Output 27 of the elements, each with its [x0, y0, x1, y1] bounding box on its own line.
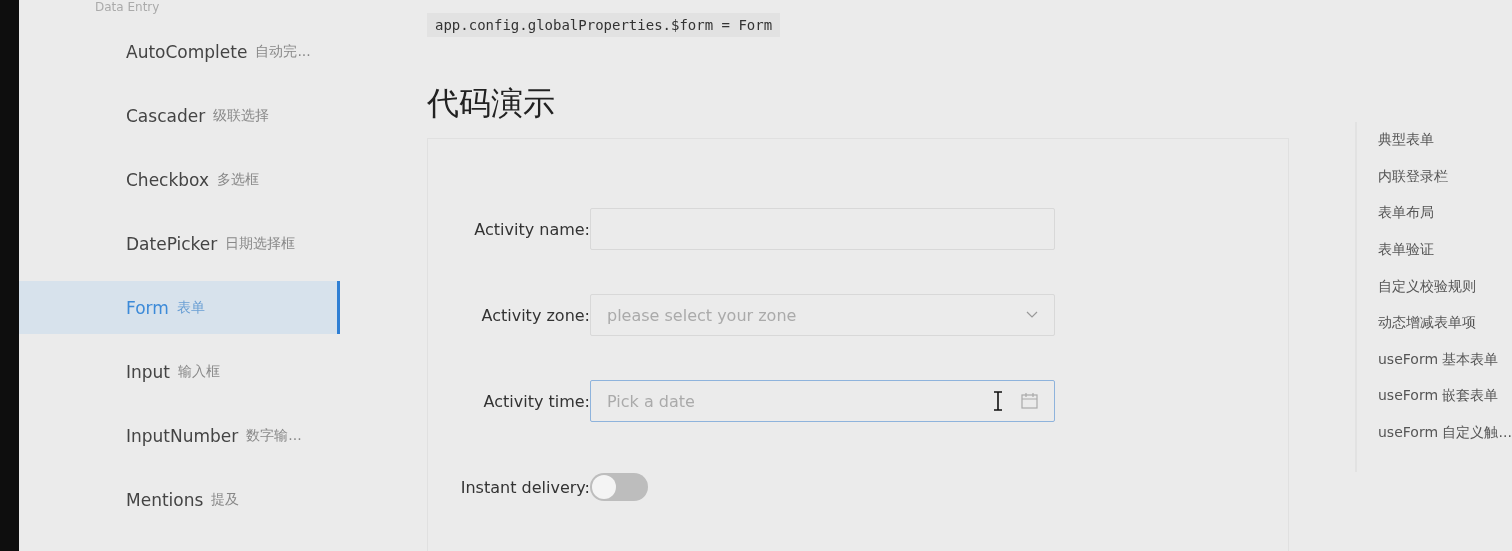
sidebar-item[interactable]: Cascader 级联选择 [19, 89, 340, 142]
field-label: Instant delivery: [459, 477, 590, 497]
calendar-icon [1021, 393, 1038, 409]
sidebar-item[interactable]: DatePicker 日期选择框 [19, 217, 340, 270]
anchor-link[interactable]: useForm 自定义触... [1378, 414, 1512, 452]
anchor-link[interactable]: useForm 嵌套表单 [1378, 378, 1512, 415]
anchor-link[interactable]: 表单布局 [1378, 195, 1512, 232]
field-label: Activity name: [473, 219, 590, 239]
sidebar-item[interactable]: AutoComplete 自动完... [19, 25, 340, 78]
chevron-down-icon [1026, 311, 1038, 319]
anchor-link[interactable]: 内联登录栏 [1378, 158, 1512, 196]
anchor-link[interactable]: 典型表单 [1378, 122, 1512, 159]
field-label: Activity time: [482, 391, 590, 411]
anchor-link[interactable]: 动态增减表单项 [1378, 304, 1512, 342]
anchor-link[interactable]: 表单验证 [1378, 231, 1512, 269]
sidebar-item[interactable]: InputNumber 数字输... [19, 409, 340, 462]
sidebar-item[interactable]: Input 输入框 [19, 345, 340, 398]
anchor-link[interactable]: useForm 基本表单 [1378, 341, 1512, 379]
toggle-switch[interactable] [590, 473, 648, 501]
anchor-link[interactable]: 自定义校验规则 [1378, 268, 1512, 305]
menu-group-title: Data Entry [94, 0, 161, 14]
text-cursor-icon [993, 391, 1003, 411]
sidebar-item[interactable]: Checkbox 多选框 [19, 153, 340, 206]
field-label: Activity zone: [480, 305, 590, 325]
code-snippet: app.config.globalProperties.$form = Form [427, 13, 781, 37]
section-title: 代码演示 [427, 83, 556, 122]
sidebar-item[interactable]: Mentions 提及 [19, 473, 340, 526]
